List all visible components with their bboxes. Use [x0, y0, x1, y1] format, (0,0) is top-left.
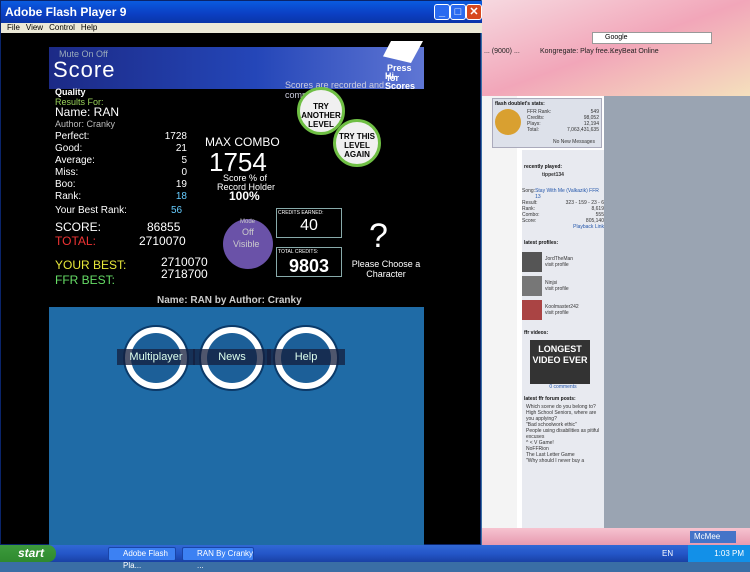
best-rank-label: Your Best Rank:	[55, 205, 127, 216]
menu-file[interactable]: File	[7, 23, 20, 32]
score-label: SCORE:	[55, 220, 102, 234]
stat-row: Good: 21	[55, 143, 187, 154]
page-right-area	[604, 96, 750, 528]
news-button[interactable]: News	[193, 325, 271, 391]
start-button[interactable]: start	[0, 545, 56, 562]
stat-row: Rank: 18	[55, 191, 187, 202]
content-column: recently played: tippet134 Song: Stay Wit…	[522, 150, 604, 528]
credits-earned-box: CREDITS EARNED: 40	[276, 208, 342, 238]
forum-post[interactable]: "Why should I never buy a	[522, 458, 604, 464]
your-best-label: YOUR BEST:	[55, 258, 127, 272]
messages-status[interactable]: No New Messages	[553, 139, 595, 145]
choose-character-label[interactable]: Please Choose a Character	[351, 259, 421, 279]
result-name: Name: RAN	[55, 105, 120, 119]
forum-post[interactable]: People using disabilities as pitiful exc…	[522, 428, 604, 440]
rp-song[interactable]: Stay With Me (Valkazik) FFR 13	[535, 188, 604, 200]
mode-visible: Visible	[233, 239, 260, 249]
mode-off: Off	[242, 227, 254, 237]
maximize-button[interactable]: □	[450, 4, 466, 20]
stat-row: Perfect: 1728	[55, 131, 187, 142]
multiplayer-button[interactable]: Multiplayer	[117, 325, 195, 391]
user-button[interactable]: McMee	[690, 531, 736, 543]
forum-post[interactable]: High School Seniors, where are you apply…	[522, 410, 604, 422]
ffr-best-label: FFR BEST:	[55, 273, 116, 287]
minimize-button[interactable]: _	[434, 4, 450, 20]
bookmark-keybeat[interactable]: KeyBeat Online	[610, 48, 659, 55]
rp-user[interactable]: tippet134	[522, 172, 604, 178]
ffr-best-value: 2718700	[161, 267, 208, 281]
bookmark-kongregate[interactable]: Kongregate: Play free...	[540, 48, 614, 55]
record-pct: 100%	[229, 189, 260, 203]
browser-window: Google ... (9000) ... Kongregate: Play f…	[482, 0, 750, 545]
mode-label: Mode	[240, 219, 256, 225]
character-placeholder[interactable]: ?	[369, 217, 388, 256]
profile-item[interactable]: JordTheMan visit profile	[522, 250, 604, 274]
stat-row: Miss: 0	[55, 167, 187, 178]
menu-view[interactable]: View	[26, 23, 43, 32]
total-value: 2710070	[139, 234, 186, 248]
bookmark-1[interactable]: ... (9000) ...	[484, 48, 520, 55]
result-author: Author: Cranky	[55, 119, 116, 129]
total-label: TOTAL:	[55, 234, 96, 248]
menu-bar: File View Control Help	[1, 23, 482, 33]
score-value: 86855	[147, 220, 181, 234]
avatar	[495, 109, 521, 135]
search-input[interactable]: Google	[592, 32, 712, 44]
flash-player-window: Adobe Flash Player 9 _ □ ✕ File View Contr…	[0, 0, 482, 545]
user-stats-panel: flash doublet's stats: FFR Rank: 549 Cred…	[492, 98, 602, 148]
clock: 1:03 PM	[714, 549, 744, 558]
page-title: Score	[53, 57, 116, 82]
stat-row: Average: 5	[55, 155, 187, 166]
menu-help[interactable]: Help	[81, 23, 97, 32]
help-button[interactable]: Help	[267, 325, 345, 391]
task-flash[interactable]: Adobe Flash Pla...	[108, 547, 176, 570]
stat-row: Boo: 19	[55, 179, 187, 190]
video-thumbnail[interactable]: LONGEST VIDEO EVER	[530, 340, 590, 384]
window-title: Adobe Flash Player 9	[5, 5, 127, 19]
quality-label[interactable]: Quality	[55, 87, 86, 97]
try-again-button[interactable]: TRY THIS LEVEL AGAIN	[333, 119, 381, 167]
total-credits-box: TOTAL CREDITS: 9803	[276, 247, 342, 277]
language-indicator[interactable]: EN	[662, 549, 673, 558]
page-left-margin	[482, 96, 517, 528]
stats-list: Perfect: 1728 Good: 21 Average: 5 Miss: 0 Bo…	[55, 131, 187, 203]
task-browser[interactable]: RAN By Cranky ...	[182, 547, 254, 570]
game-stage: Mute On Off Score Press for Hi-Scores Sc…	[49, 33, 424, 545]
best-rank-value: 56	[171, 205, 183, 216]
menu-control[interactable]: Control	[49, 23, 75, 32]
close-button[interactable]: ✕	[466, 4, 482, 20]
song-line: Name: RAN by Author: Cranky	[157, 295, 302, 306]
system-tray: 1:03 PM	[688, 545, 750, 562]
profile-item[interactable]: Ninjsi visit profile	[522, 274, 604, 298]
profile-item[interactable]: Koolmaster242 visit profile	[522, 298, 604, 322]
window-titlebar[interactable]: Adobe Flash Player 9	[1, 1, 482, 23]
